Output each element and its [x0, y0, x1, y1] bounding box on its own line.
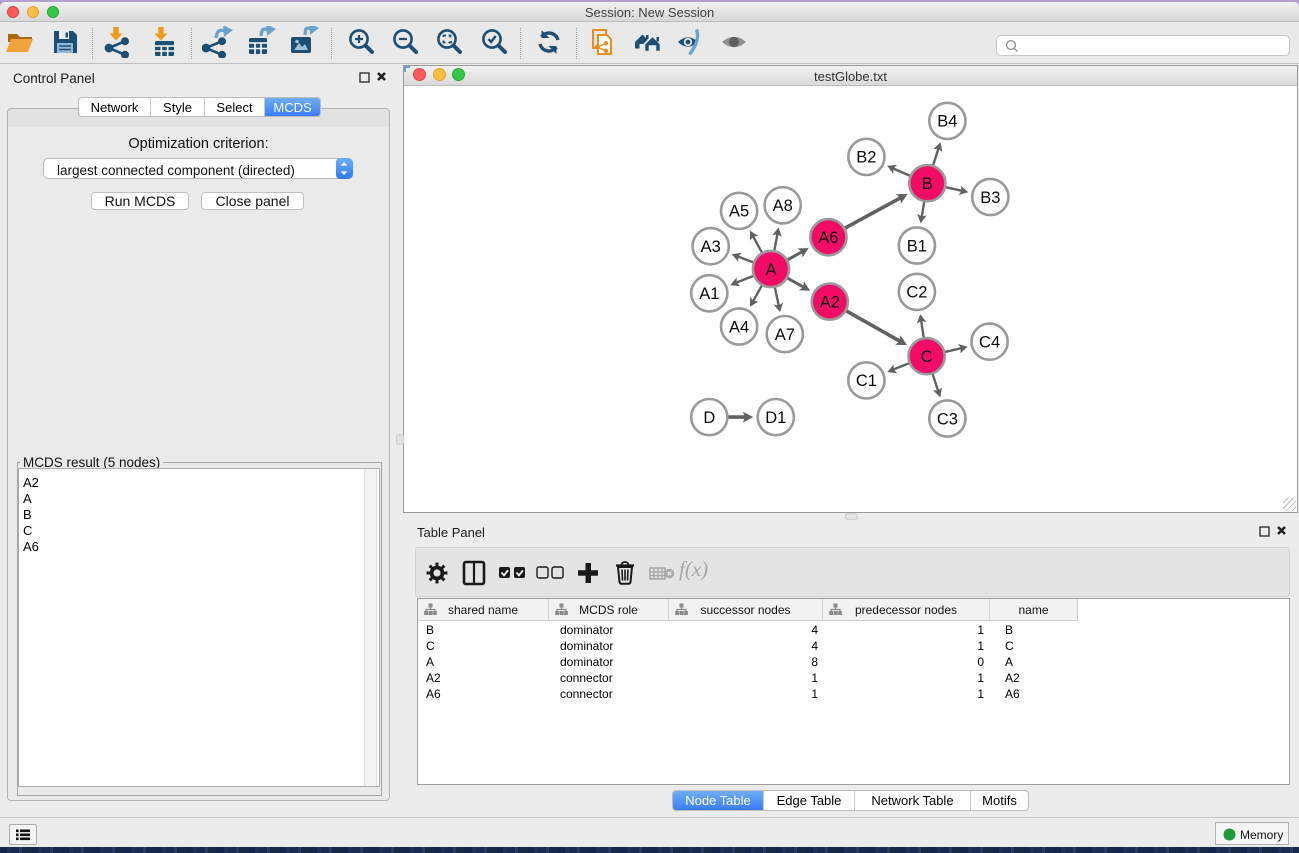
svg-text:B1: B1	[907, 237, 927, 255]
svg-text:A3: A3	[701, 238, 721, 256]
svg-text:D1: D1	[765, 409, 786, 427]
svg-text:A4: A4	[729, 318, 749, 336]
svg-text:B3: B3	[980, 189, 1000, 207]
svg-text:C: C	[921, 348, 933, 366]
svg-text:A2: A2	[820, 293, 840, 311]
svg-text:A8: A8	[773, 197, 793, 215]
svg-text:C4: C4	[979, 334, 1000, 352]
svg-text:B: B	[922, 175, 933, 193]
svg-text:B2: B2	[856, 149, 876, 167]
svg-text:B4: B4	[937, 113, 957, 131]
svg-text:D: D	[703, 409, 715, 427]
svg-text:C2: C2	[906, 284, 927, 302]
svg-text:A: A	[765, 261, 776, 279]
svg-text:A6: A6	[818, 229, 838, 247]
svg-text:A1: A1	[699, 285, 719, 303]
svg-text:A7: A7	[775, 326, 795, 344]
svg-text:A5: A5	[729, 203, 749, 221]
svg-text:C1: C1	[856, 372, 877, 390]
svg-text:C3: C3	[937, 410, 958, 428]
